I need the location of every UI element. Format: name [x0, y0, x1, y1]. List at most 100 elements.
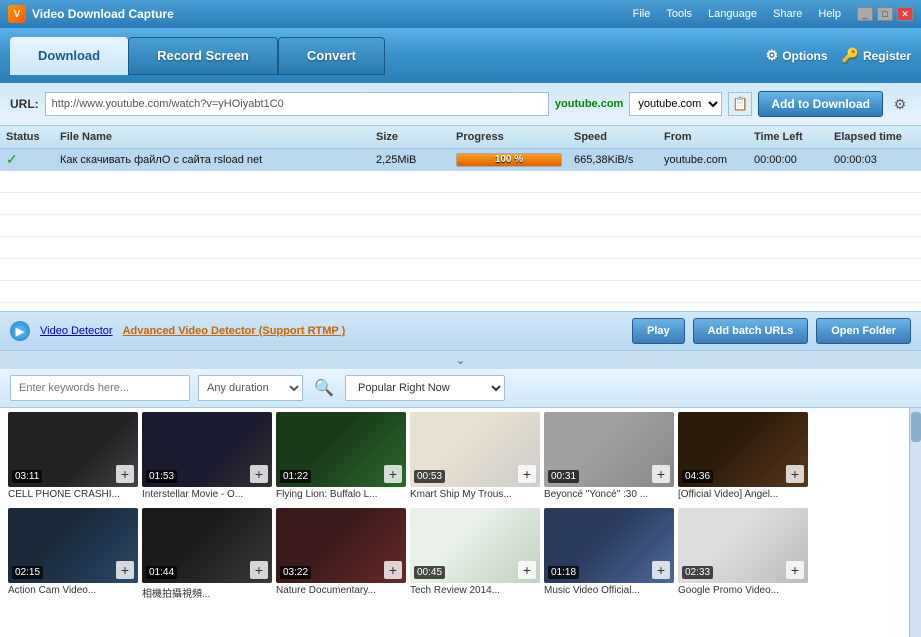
video-grid-wrap: 03:11 + CELL PHONE CRASHI... 01:53 + Int… [0, 408, 921, 637]
popular-dropdown[interactable]: Popular Right Now Most Viewed Top Rated [345, 375, 505, 401]
row-elapsed: 00:00:03 [828, 154, 908, 166]
add-video-button[interactable]: + [116, 465, 134, 483]
video-title: Nature Documentary... [276, 585, 406, 596]
video-title: Google Promo Video... [678, 585, 808, 596]
video-duration: 02:15 [12, 566, 43, 579]
video-thumb[interactable]: 01:44 + [142, 508, 272, 583]
options-button[interactable]: ⚙ Options [766, 47, 828, 64]
add-video-button[interactable]: + [384, 465, 402, 483]
close-button[interactable]: ✕ [897, 7, 913, 21]
video-thumb[interactable]: 00:53 + [410, 412, 540, 487]
duration-select[interactable]: Any duration Short (<4 min) Long (>20 mi… [198, 375, 303, 401]
tab-convert[interactable]: Convert [278, 37, 385, 75]
scrollbar-thumb[interactable] [911, 412, 921, 442]
video-row-1: 03:11 + CELL PHONE CRASHI... 01:53 + Int… [0, 408, 909, 504]
col-header-speed: Speed [568, 129, 658, 145]
video-duration: 01:22 [280, 470, 311, 483]
video-thumb[interactable]: 00:45 + [410, 508, 540, 583]
menu-language[interactable]: Language [708, 8, 757, 20]
search-button[interactable]: 🔍 [311, 375, 337, 401]
video-row-2: 02:15 + Action Cam Video... 01:44 + 相機拍攝… [0, 504, 909, 604]
video-thumb[interactable]: 04:36 + [678, 412, 808, 487]
add-video-button[interactable]: + [652, 561, 670, 579]
advanced-detector-link[interactable]: Advanced Video Detector (Support RTMP ) [123, 325, 346, 337]
video-detector-link[interactable]: Video Detector [40, 325, 113, 337]
tab-record-screen[interactable]: Record Screen [128, 37, 278, 75]
table-body: ✓ Как скачивать файлО с сайта rsload net… [0, 149, 921, 311]
video-thumb[interactable]: 01:53 + [142, 412, 272, 487]
video-title: Interstellar Movie - O... [142, 489, 272, 500]
menu-file[interactable]: File [633, 8, 651, 20]
url-input[interactable] [45, 92, 549, 116]
video-item: 01:53 + Interstellar Movie - O... [142, 412, 272, 500]
url-dropdown[interactable]: youtube.com [629, 92, 722, 116]
empty-rows [0, 171, 921, 311]
maximize-button[interactable]: □ [877, 7, 893, 21]
col-header-from: From [658, 129, 748, 145]
play-button[interactable]: Play [632, 318, 685, 344]
scrollbar-vertical[interactable] [909, 408, 921, 637]
col-header-elapsed: Elapsed time [828, 129, 908, 145]
video-thumb[interactable]: 03:11 + [8, 412, 138, 487]
chevron-down-icon: ⌄ [455, 353, 465, 367]
url-settings-button[interactable]: ⚙ [889, 93, 911, 115]
search-input[interactable] [10, 375, 190, 401]
video-duration: 01:18 [548, 566, 579, 579]
collapse-chevron[interactable]: ⌄ [0, 351, 921, 369]
video-title: Action Cam Video... [8, 585, 138, 596]
add-video-button[interactable]: + [250, 465, 268, 483]
video-thumb[interactable]: 03:22 + [276, 508, 406, 583]
video-thumb[interactable]: 02:33 + [678, 508, 808, 583]
tab-download[interactable]: Download [10, 37, 128, 75]
add-video-button[interactable]: + [652, 465, 670, 483]
progress-bar-text: 100 % [457, 154, 561, 166]
add-video-button[interactable]: + [786, 561, 804, 579]
video-thumb[interactable]: 01:22 + [276, 412, 406, 487]
video-item: 00:45 + Tech Review 2014... [410, 508, 540, 600]
col-header-timeleft: Time Left [748, 129, 828, 145]
menu-bar: File Tools Language Share Help [633, 8, 841, 20]
menu-share[interactable]: Share [773, 8, 802, 20]
add-video-button[interactable]: + [250, 561, 268, 579]
video-item: 01:18 + Music Video Official... [544, 508, 674, 600]
url-copy-button[interactable]: 📋 [728, 92, 752, 116]
video-thumb[interactable]: 01:18 + [544, 508, 674, 583]
add-download-button[interactable]: Add to Download [758, 91, 883, 117]
minimize-button[interactable]: _ [857, 7, 873, 21]
video-thumb[interactable]: 00:31 + [544, 412, 674, 487]
menu-tools[interactable]: Tools [666, 8, 692, 20]
video-item: 03:11 + CELL PHONE CRASHI... [8, 412, 138, 500]
bottom-section: Any duration Short (<4 min) Long (>20 mi… [0, 369, 921, 637]
search-bar: Any duration Short (<4 min) Long (>20 mi… [0, 369, 921, 408]
add-video-button[interactable]: + [518, 465, 536, 483]
video-duration: 00:53 [414, 470, 445, 483]
app-icon: V [8, 5, 26, 23]
video-duration: 04:36 [682, 470, 713, 483]
video-title: Tech Review 2014... [410, 585, 540, 596]
video-title: Flying Lion: Buffalo L... [276, 489, 406, 500]
add-video-button[interactable]: + [116, 561, 134, 579]
options-label: Options [782, 49, 827, 63]
open-folder-button[interactable]: Open Folder [816, 318, 911, 344]
video-item: 01:44 + 相機拍攝視頻... [142, 508, 272, 600]
table-row[interactable]: ✓ Как скачивать файлО с сайта rsload net… [0, 149, 921, 171]
window-controls: _ □ ✕ [857, 7, 913, 21]
add-batch-urls-button[interactable]: Add batch URLs [693, 318, 809, 344]
register-button[interactable]: 🔑 Register [842, 47, 911, 64]
download-section: URL: youtube.com youtube.com 📋 Add to Do… [0, 83, 921, 369]
video-item: 02:33 + Google Promo Video... [678, 508, 808, 600]
video-duration: 00:31 [548, 470, 579, 483]
video-title: Music Video Official... [544, 585, 674, 596]
url-bar: URL: youtube.com youtube.com 📋 Add to Do… [0, 83, 921, 126]
app-icon-text: V [14, 9, 21, 20]
add-video-button[interactable]: + [786, 465, 804, 483]
add-video-button[interactable]: + [384, 561, 402, 579]
add-video-button[interactable]: + [518, 561, 536, 579]
key-icon: 🔑 [842, 47, 859, 64]
video-grid: 03:11 + CELL PHONE CRASHI... 01:53 + Int… [0, 408, 909, 637]
video-thumb[interactable]: 02:15 + [8, 508, 138, 583]
col-header-filename: File Name [54, 129, 370, 145]
menu-help[interactable]: Help [818, 8, 841, 20]
app-title: Video Download Capture [32, 7, 627, 21]
url-label: URL: [10, 97, 39, 111]
